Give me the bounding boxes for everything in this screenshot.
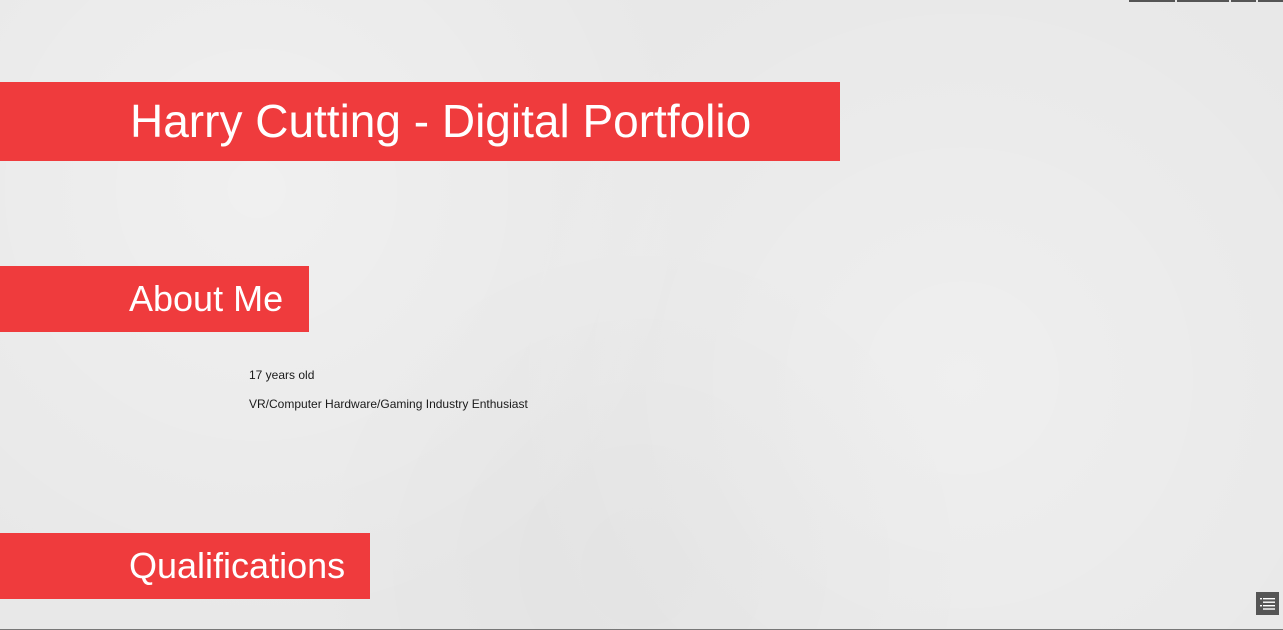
page-title-banner: Harry Cutting - Digital Portfolio <box>0 82 840 161</box>
page-title: Harry Cutting - Digital Portfolio <box>130 95 752 147</box>
top-nav-tab[interactable] <box>1177 0 1229 2</box>
about-heading: About Me <box>129 278 284 319</box>
about-list: 17 years old VR/Computer Hardware/Gaming… <box>249 366 528 424</box>
top-nav-tab[interactable] <box>1258 0 1283 2</box>
qualifications-heading: Qualifications <box>129 545 346 586</box>
top-nav-tab[interactable] <box>1231 0 1256 2</box>
list-menu-icon <box>1260 597 1275 610</box>
top-nav-strip <box>1129 0 1283 2</box>
about-heading-banner: About Me <box>0 266 309 332</box>
qualifications-heading-banner: Qualifications <box>0 533 370 599</box>
table-of-contents-button[interactable] <box>1256 592 1279 615</box>
about-item-interests: VR/Computer Hardware/Gaming Industry Ent… <box>249 397 528 411</box>
top-nav-tab[interactable] <box>1129 0 1175 2</box>
about-item-age: 17 years old <box>249 368 315 382</box>
